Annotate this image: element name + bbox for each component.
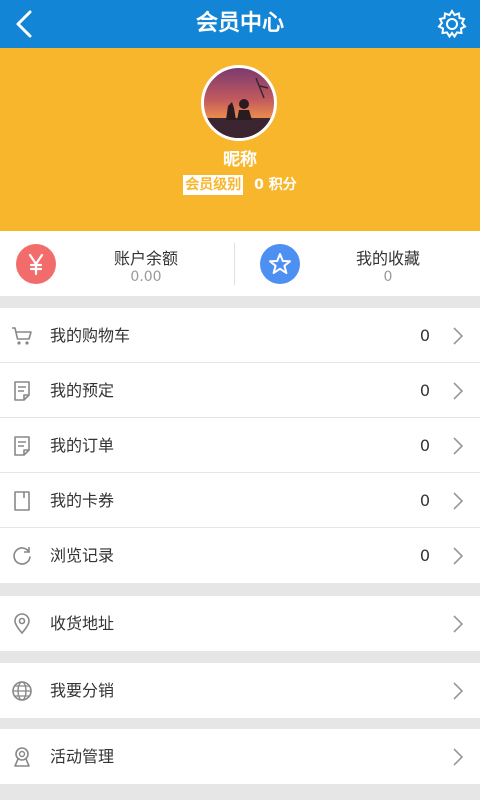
cart-label: 我的购物车	[50, 326, 131, 345]
menu-group-distribution: 我要分销	[0, 663, 480, 718]
list-item-reservation[interactable]: 我的预定 0	[0, 363, 480, 418]
coupons-label: 我的卡券	[50, 491, 115, 510]
gear-icon[interactable]	[436, 8, 468, 40]
star-icon	[260, 244, 300, 284]
menu-group-activity: 活动管理	[0, 729, 480, 784]
chevron-right-icon	[453, 615, 464, 633]
favorites-stat[interactable]: 我的收藏 0	[244, 231, 480, 296]
avatar[interactable]	[201, 65, 277, 141]
nickname: 昵称	[223, 150, 257, 170]
top-bar: 会员中心	[0, 0, 480, 48]
history-count: 0	[419, 546, 430, 565]
page-title: 会员中心	[195, 11, 284, 36]
coupons-count: 0	[419, 491, 430, 510]
globe-icon	[12, 681, 32, 701]
award-icon	[14, 747, 30, 767]
list-item-cart[interactable]: 我的购物车 0	[0, 308, 480, 363]
member-level-badge: 会员级别	[183, 175, 244, 195]
history-icon	[13, 547, 31, 565]
cart-count: 0	[419, 326, 430, 345]
orders-count: 0	[419, 436, 430, 455]
menu-group-address: 收货地址	[0, 596, 480, 651]
list-item-activity[interactable]: 活动管理	[0, 729, 480, 784]
chevron-right-icon	[453, 382, 464, 400]
chevron-right-icon	[453, 547, 464, 565]
chevron-right-icon	[453, 748, 464, 766]
list-item-distribution[interactable]: 我要分销	[0, 663, 480, 718]
divider	[234, 243, 235, 285]
level-row: 会员级别 0 积分	[0, 174, 480, 195]
distribution-label: 我要分销	[50, 681, 115, 700]
balance-value: 0.00	[130, 269, 162, 285]
profile-banner: 昵称 会员级别 0 积分	[0, 48, 480, 231]
order-icon	[14, 436, 30, 456]
orders-label: 我的订单	[50, 436, 115, 455]
stats-bar: 账户余额 0.00 我的收藏 0	[0, 231, 480, 296]
activity-label: 活动管理	[50, 747, 115, 766]
favorites-label: 我的收藏	[355, 249, 420, 268]
list-item-coupons[interactable]: 我的卡券 0	[0, 473, 480, 528]
avatar-image	[204, 77, 274, 138]
chevron-right-icon	[453, 327, 464, 345]
yen-icon	[16, 244, 56, 284]
favorites-value: 0	[383, 269, 393, 285]
chevron-right-icon	[453, 437, 464, 455]
cart-icon	[12, 327, 32, 345]
list-item-orders[interactable]: 我的订单 0	[0, 418, 480, 473]
chevron-right-icon	[453, 682, 464, 700]
list-item-address[interactable]: 收货地址	[0, 596, 480, 651]
address-label: 收货地址	[50, 614, 115, 633]
reservation-icon	[14, 381, 30, 401]
menu-group-orders: 我的购物车 0 我的预定 0 我的订单 0 我的卡券 0 浏览记录 0	[0, 308, 480, 583]
reservation-label: 我的预定	[50, 381, 115, 400]
balance-label: 账户余额	[113, 249, 178, 268]
reservation-count: 0	[419, 381, 430, 400]
list-item-history[interactable]: 浏览记录 0	[0, 528, 480, 583]
coupon-icon	[14, 491, 30, 511]
balance-stat[interactable]: 账户余额 0.00	[0, 231, 240, 296]
location-icon	[14, 613, 30, 635]
history-label: 浏览记录	[50, 546, 115, 565]
points-text: 0 积分	[254, 177, 297, 193]
chevron-right-icon	[453, 492, 464, 510]
